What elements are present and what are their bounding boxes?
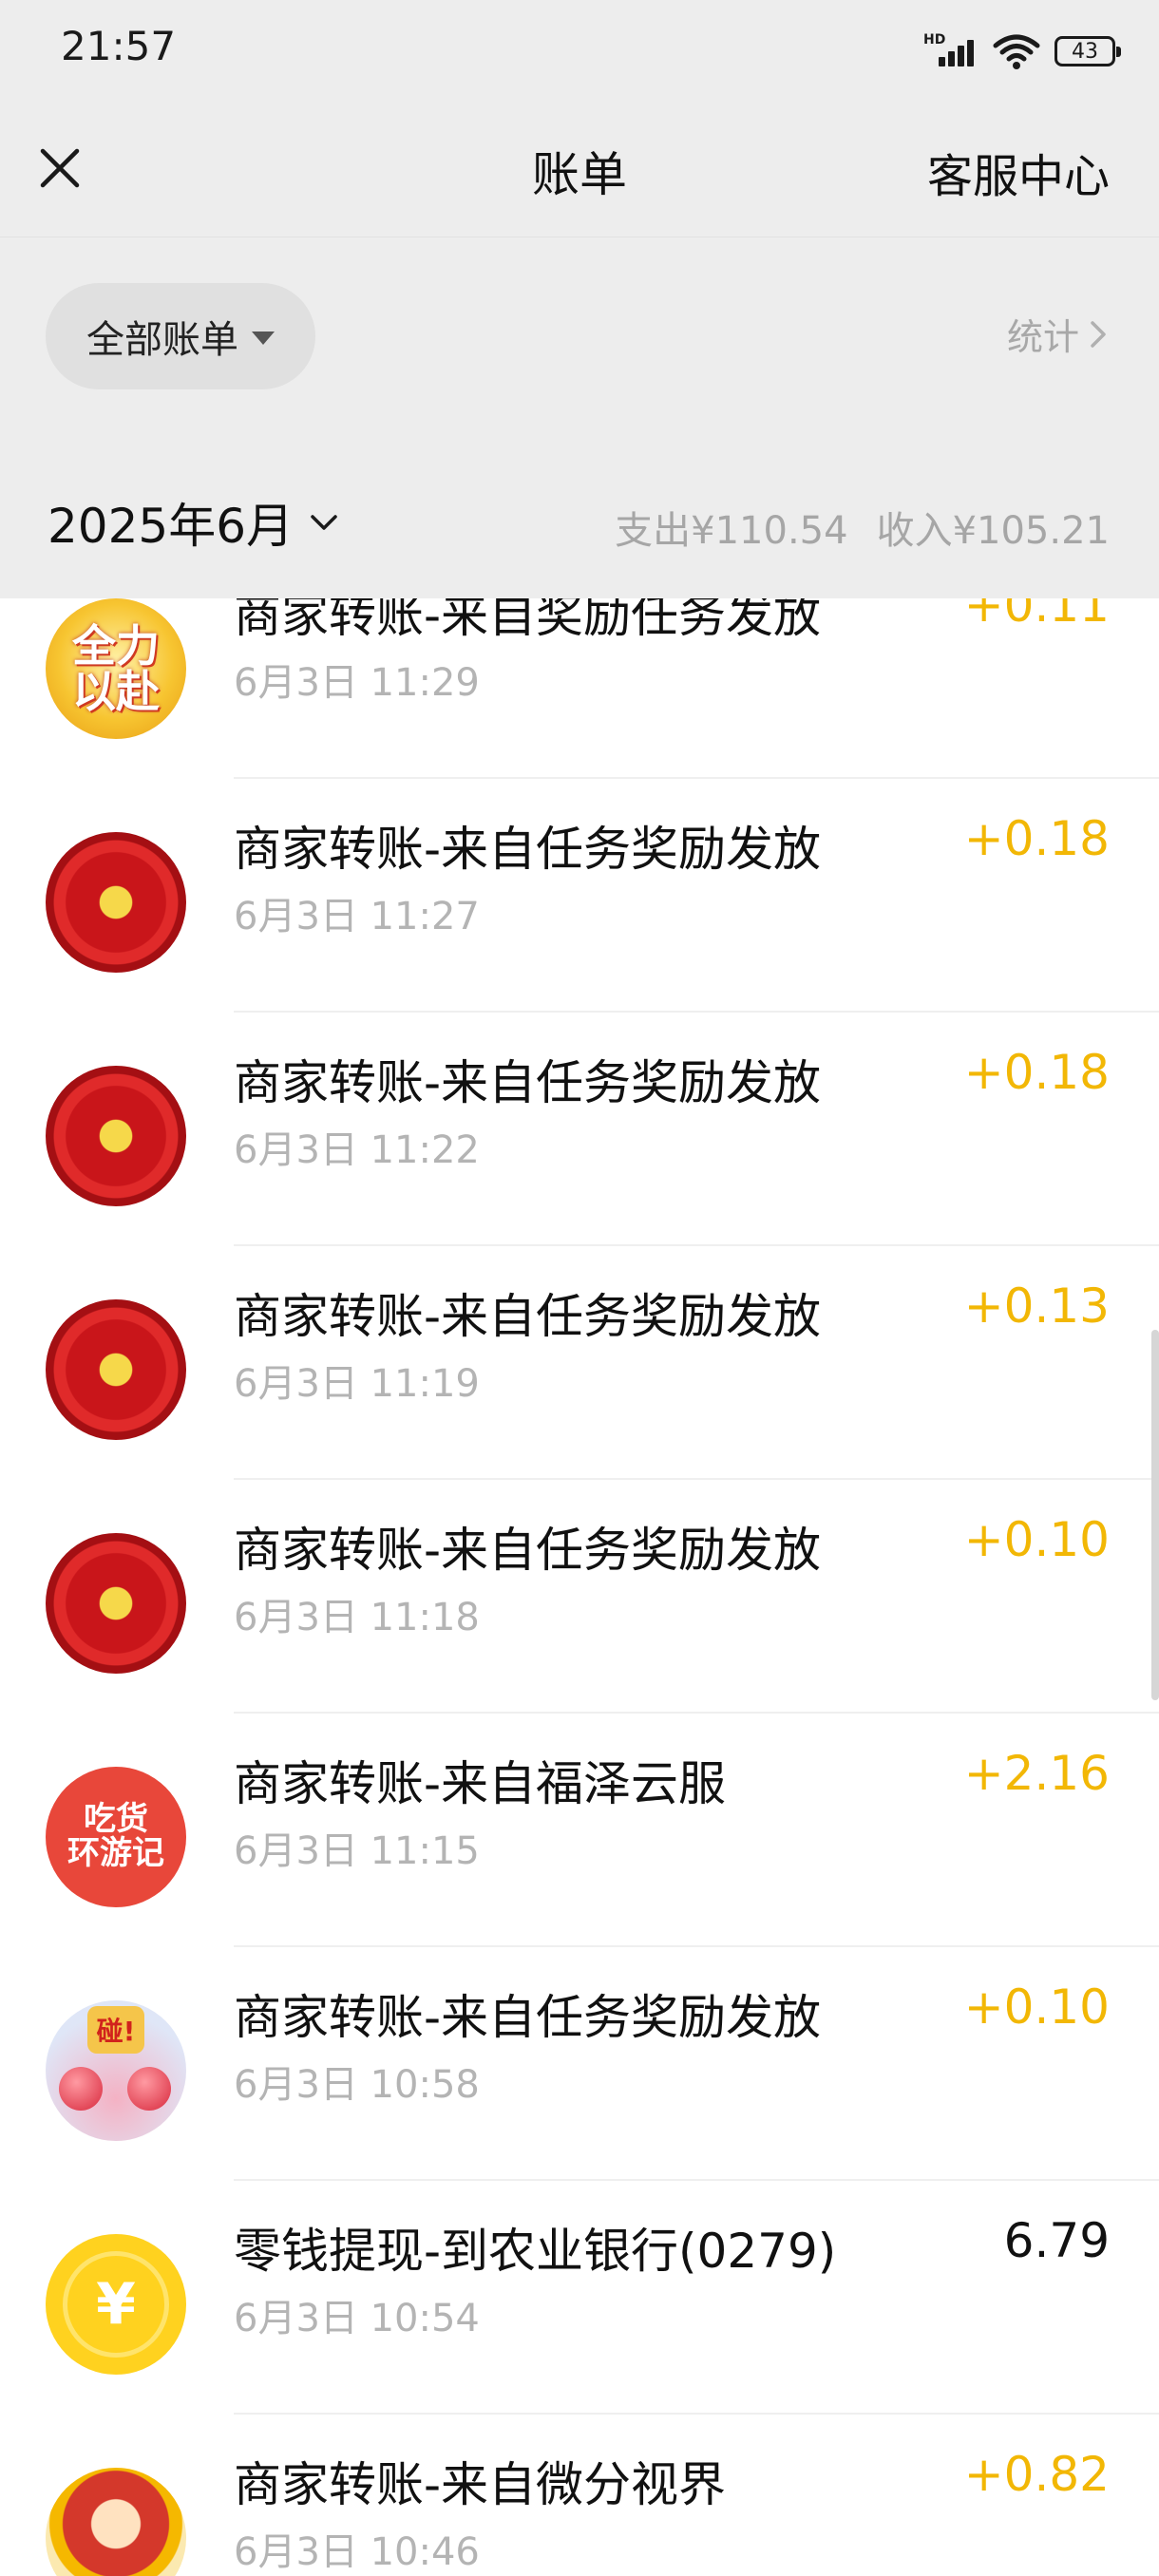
transaction-row[interactable]: 吃货 环游记 商家转账-来自福泽云服 6月3日 11:15 +2.16 xyxy=(0,1714,1159,1947)
avatar-text-line: 以赴 xyxy=(72,666,160,717)
wifi-icon xyxy=(993,34,1040,69)
filter-bar: 全部账单 统计 xyxy=(0,237,1159,437)
transaction-time: 6月3日 10:46 xyxy=(234,2530,480,2574)
peng-game-icon: 碰! xyxy=(46,2000,186,2141)
status-icons: HD 43 xyxy=(923,28,1121,74)
statistics-label: 统计 xyxy=(1006,316,1079,358)
transaction-title: 商家转账-来自福泽云服 xyxy=(234,1756,727,1811)
hd-label: HD xyxy=(923,32,946,47)
transaction-amount: +0.18 xyxy=(963,811,1110,866)
statistics-link[interactable]: 统计 xyxy=(1007,308,1110,360)
peng-badge: 碰! xyxy=(87,2006,144,2054)
transaction-row[interactable]: ¥ 零钱提现-到农业银行(0279) 6月3日 10:54 6.79 xyxy=(0,2181,1159,2415)
nav-bar: 账单 客服中心 xyxy=(0,103,1159,237)
status-time: 21:57 xyxy=(61,23,177,69)
avatar-text-line: 全力 xyxy=(72,619,160,672)
transaction-time: 6月3日 11:18 xyxy=(234,1596,480,1639)
transaction-list: 全力 以赴 商家转账-来自奖励任务发放 6月3日 11:29 +0.11 商家转… xyxy=(0,598,1159,2576)
transaction-time: 6月3日 11:29 xyxy=(234,661,480,705)
transaction-amount: 6.79 xyxy=(1003,2213,1110,2268)
cellular-signal-icon: HD xyxy=(923,32,978,70)
transaction-row[interactable]: 商家转账-来自任务奖励发放 6月3日 11:22 +0.18 xyxy=(0,1013,1159,1246)
red-flower-icon xyxy=(46,1299,186,1440)
avatar-text-line: 环游记 xyxy=(67,1834,164,1872)
transaction-amount: +0.10 xyxy=(963,1512,1110,1567)
transaction-title: 商家转账-来自任务奖励发放 xyxy=(234,822,822,877)
month-header: 2025年6月 支出¥110.54 收入¥105.21 xyxy=(0,437,1159,598)
chevron-right-icon xyxy=(1091,320,1106,348)
transaction-amount: +2.16 xyxy=(963,1746,1110,1801)
transaction-time: 6月3日 10:54 xyxy=(234,2297,480,2340)
red-flower-icon xyxy=(46,832,186,973)
transaction-time: 6月3日 11:22 xyxy=(234,1128,480,1172)
scrollbar[interactable] xyxy=(1151,1330,1159,1700)
transaction-row[interactable]: 商家转账-来自任务奖励发放 6月3日 11:19 +0.13 xyxy=(0,1246,1159,1480)
month-summary: 支出¥110.54 收入¥105.21 xyxy=(615,500,1110,555)
transaction-amount: +0.11 xyxy=(963,598,1110,633)
transaction-time: 6月3日 11:15 xyxy=(234,1829,480,1873)
yuan-coin-icon: ¥ xyxy=(46,2234,186,2375)
month-expense: 支出¥110.54 xyxy=(615,509,848,553)
avatar-text-line: 吃货 xyxy=(84,1800,148,1839)
transaction-title: 商家转账-来自任务奖励发放 xyxy=(234,1289,822,1344)
red-flower-icon xyxy=(46,1066,186,1206)
transaction-time: 6月3日 11:19 xyxy=(234,1362,480,1406)
chihuo-youji-icon: 吃货 环游记 xyxy=(46,1767,186,1907)
month-label: 2025年6月 xyxy=(48,499,294,554)
transaction-title: 商家转账-来自任务奖励发放 xyxy=(234,1990,822,2045)
transaction-amount: +0.10 xyxy=(963,1979,1110,2035)
battery-level: 43 xyxy=(1072,39,1098,64)
transaction-title: 零钱提现-到农业银行(0279) xyxy=(234,2224,837,2279)
red-flower-icon xyxy=(46,1533,186,1674)
transaction-row[interactable]: 全力 以赴 商家转账-来自奖励任务发放 6月3日 11:29 +0.11 xyxy=(0,598,1159,779)
customer-service-link[interactable]: 客服中心 xyxy=(927,139,1110,205)
caishen-icon xyxy=(46,2468,186,2576)
transaction-amount: +0.18 xyxy=(963,1045,1110,1100)
bill-type-filter-button[interactable]: 全部账单 xyxy=(46,283,315,389)
chevron-down-icon xyxy=(311,515,337,530)
transaction-title: 商家转账-来自奖励任务发放 xyxy=(234,598,822,643)
status-bar: 21:57 HD 43 xyxy=(0,0,1159,103)
transaction-title: 商家转账-来自任务奖励发放 xyxy=(234,1523,822,1578)
transaction-amount: +0.82 xyxy=(963,2447,1110,2502)
transaction-title: 商家转账-来自微分视界 xyxy=(234,2457,727,2512)
month-income: 收入¥105.21 xyxy=(876,509,1110,553)
transaction-amount: +0.13 xyxy=(963,1279,1110,1334)
quanli-yifu-icon: 全力 以赴 xyxy=(46,598,186,739)
transaction-row[interactable]: 商家转账-来自微分视界 6月3日 10:46 +0.82 xyxy=(0,2415,1159,2576)
transaction-row[interactable]: 商家转账-来自任务奖励发放 6月3日 11:18 +0.10 xyxy=(0,1480,1159,1714)
caret-down-icon xyxy=(252,331,275,345)
battery-icon: 43 xyxy=(1054,36,1121,66)
transaction-row[interactable]: 碰! 商家转账-来自任务奖励发放 6月3日 10:58 +0.10 xyxy=(0,1947,1159,2181)
transaction-time: 6月3日 11:27 xyxy=(234,895,480,938)
transaction-title: 商家转账-来自任务奖励发放 xyxy=(234,1055,822,1110)
bill-type-filter-label: 全部账单 xyxy=(86,318,238,362)
transaction-time: 6月3日 10:58 xyxy=(234,2063,480,2107)
month-selector[interactable]: 2025年6月 xyxy=(48,488,341,557)
yuan-symbol: ¥ xyxy=(63,2251,169,2358)
transaction-row[interactable]: 商家转账-来自任务奖励发放 6月3日 11:27 +0.18 xyxy=(0,779,1159,1013)
